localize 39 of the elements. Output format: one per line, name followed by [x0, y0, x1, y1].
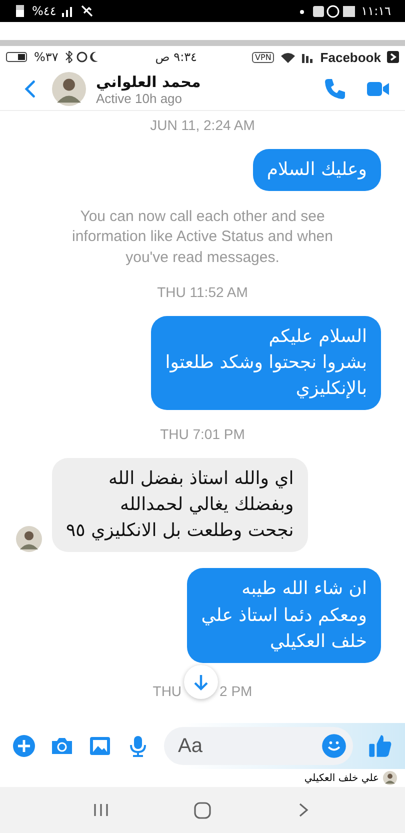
emoji-icon[interactable]: [321, 733, 347, 759]
image-icon[interactable]: [88, 734, 112, 758]
received-message: اي والله استاذ بفضل الله وبفضلك يغالي لحمدالله نجحت وطلعت بل الانكليزي ٩٥: [52, 458, 308, 552]
status-icons: [64, 51, 100, 63]
timestamp: THU 7:01 PM: [160, 426, 245, 442]
down-arrow-icon: [192, 672, 210, 691]
comment-preview: علي خلف العكيلي: [304, 772, 379, 784]
timestamp: THU: [152, 682, 182, 699]
signal-icon: [62, 5, 74, 17]
signal-icon: [302, 51, 314, 63]
avatar: [52, 72, 86, 106]
sent-message: ان شاء الله طيبه ومعكم دئما استاذ علي خلف العكيلي: [187, 568, 381, 663]
vpn-badge: VPN: [252, 52, 274, 62]
like-icon[interactable]: [367, 733, 393, 759]
timestamp: 2 PM: [220, 682, 252, 699]
message-field[interactable]: Aa: [164, 727, 353, 765]
notification-icons: [299, 4, 356, 18]
active-status: Active 10h ago: [96, 90, 184, 106]
mute-icon: [80, 4, 94, 18]
clock: ٩:٣٤ ص: [155, 50, 198, 64]
sent-message: السلام عليكم بشروا نجحتوا وشكد طلعتوا بالإنكليزي: [151, 316, 381, 410]
timestamp: THU 11:52 AM: [157, 284, 248, 300]
sent-message: وعليك السلام: [252, 149, 381, 192]
contact-name: محمد العلواني: [96, 72, 202, 90]
timestamp: JUN 11, 2:24 AM: [150, 117, 255, 133]
phone-icon[interactable]: [323, 77, 347, 101]
home-icon[interactable]: [192, 799, 213, 821]
clock: ١١:١٦: [361, 4, 391, 18]
avatar: [383, 771, 397, 785]
plus-icon[interactable]: [12, 734, 36, 758]
scroll-down-button[interactable]: [184, 664, 218, 699]
back-to-app-label[interactable]: Facebook: [320, 50, 381, 64]
battery-icon: [14, 4, 26, 18]
wifi-icon: [280, 51, 296, 63]
battery-icon: [6, 52, 28, 62]
info-notice: You can now call each other and see information like Active Status and when you've read messages.: [71, 207, 334, 268]
avatar: [16, 526, 42, 552]
battery-percentage: %٣٧: [34, 50, 58, 64]
battery-percentage: %٤٤: [32, 4, 56, 18]
